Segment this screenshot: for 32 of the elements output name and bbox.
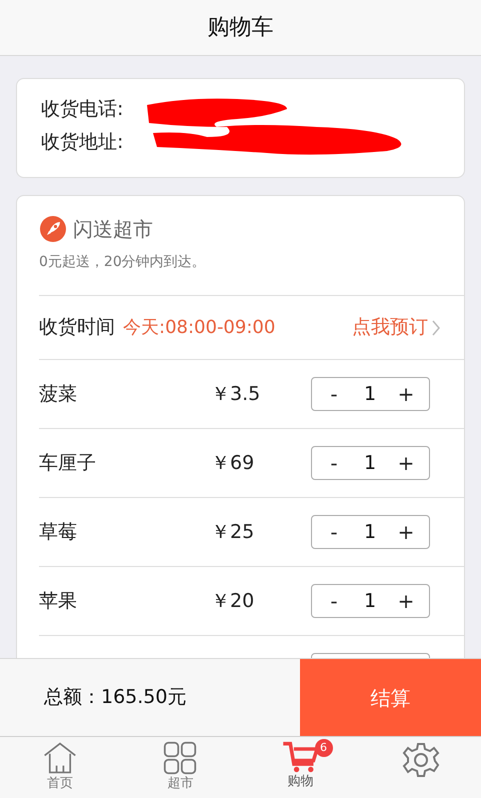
plus-button[interactable]: + (384, 379, 428, 409)
page-title: 购物车 (208, 14, 274, 42)
cart-badge: 6 (314, 739, 332, 757)
minus-button[interactable]: - (312, 586, 356, 616)
shop-name: 闪送超市 (73, 216, 153, 243)
item-price: ￥20 (211, 588, 256, 614)
address-label: 收货地址: (41, 130, 124, 154)
delivery-label: 收货时间 (39, 315, 115, 340)
quantity-value: 1 (362, 450, 378, 476)
plus-button[interactable]: + (384, 586, 428, 616)
quantity-value: 1 (362, 588, 378, 614)
address-label: 收货电话: (41, 97, 124, 122)
minus-button[interactable]: - (312, 517, 356, 547)
quantity-value: 1 (362, 520, 378, 545)
minus-button[interactable]: - (312, 448, 356, 478)
delivery-time: 今天:08:00-09:00 (123, 316, 276, 340)
tab-item[interactable]: 超市 (120, 737, 240, 798)
plus-button[interactable]: + (384, 517, 428, 547)
item-name: 菠菜 (39, 382, 78, 407)
item-price: ￥3.5 (211, 382, 262, 407)
plus-button[interactable]: + (384, 448, 428, 478)
item-price: ￥25 (211, 520, 256, 545)
item-name: 苹果 (39, 588, 78, 614)
total-amount: 总额：165.50元 (44, 685, 186, 710)
minus-button[interactable]: - (312, 379, 356, 409)
tab-item[interactable]: 6 购物 (240, 737, 361, 798)
item-price: ￥69 (211, 450, 256, 476)
item-name: 草莓 (39, 520, 78, 545)
item-name: 车厘子 (39, 450, 97, 476)
quantity-value: 1 (362, 382, 378, 407)
shop-note: 0元起送，20分钟内到达。 (39, 253, 206, 272)
tab-item[interactable]: 首页 (0, 737, 120, 798)
